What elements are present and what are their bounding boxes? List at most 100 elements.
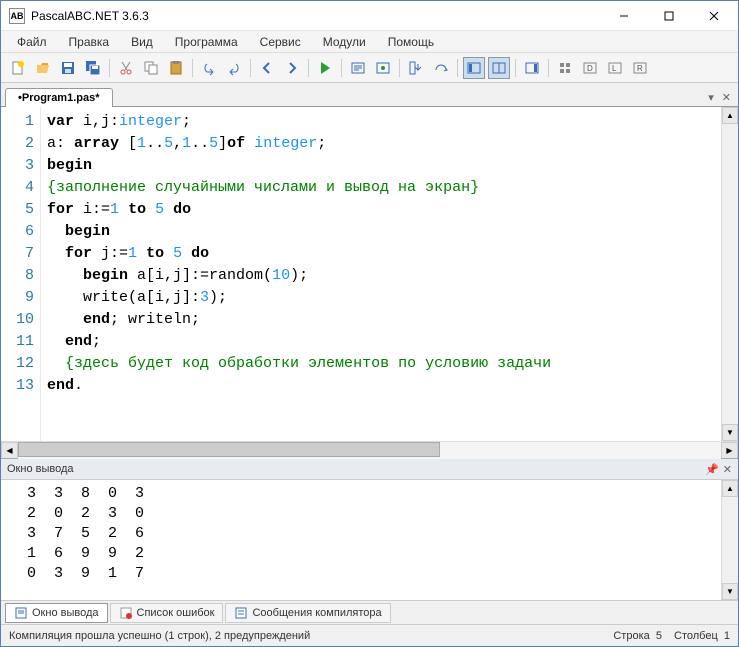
line-number: 9 [1,287,34,309]
tab-dropdown-icon[interactable]: ▾ [705,91,717,104]
toolbar-separator [341,59,342,77]
code-area[interactable]: var i,j:integer;a: array [1..5,1..5]of i… [41,107,721,441]
bottom-tab-compiler[interactable]: Сообщения компилятора [225,603,390,623]
line-number: 8 [1,265,34,287]
step-into-icon[interactable] [405,57,427,79]
scroll-up-icon[interactable]: ▲ [722,480,738,497]
code-line[interactable]: end. [47,375,721,397]
scroll-down-icon[interactable]: ▼ [722,424,738,441]
bottom-tab-output-label: Окно вывода [32,607,99,619]
code-line[interactable]: end; [47,331,721,353]
svg-text:L: L [612,64,617,73]
code-line[interactable]: for i:=1 to 5 do [47,199,721,221]
scroll-track[interactable] [722,497,738,583]
code-editor[interactable]: 12345678910111213 var i,j:integer;a: arr… [1,107,738,441]
toggle-3-icon[interactable] [521,57,543,79]
editor-hscrollbar[interactable]: ◀ ▶ [1,441,738,458]
nav-back-icon[interactable] [256,57,278,79]
menu-edit[interactable]: Правка [59,33,120,51]
line-number: 1 [1,111,34,133]
scroll-up-icon[interactable]: ▲ [722,107,738,124]
scroll-left-icon[interactable]: ◀ [1,442,18,459]
code-line[interactable]: begin [47,155,721,177]
output-text[interactable]: 3 3 8 0 3 2 0 2 3 0 3 7 5 2 6 1 6 9 9 2 … [1,480,721,600]
cut-icon[interactable] [115,57,137,79]
code-line[interactable]: {здесь будет код обработки элементов по … [47,353,721,375]
build-icon[interactable] [372,57,394,79]
save-all-icon[interactable] [82,57,104,79]
line-number: 6 [1,221,34,243]
line-number: 5 [1,199,34,221]
errors-tab-icon [119,606,133,620]
code-line[interactable]: a: array [1..5,1..5]of integer; [47,133,721,155]
status-bar: Компиляция прошла успешно (1 строк), 2 п… [1,624,738,646]
close-button[interactable] [691,2,736,30]
pin-icon[interactable]: 📌 [705,463,719,476]
toolbar-separator [457,59,458,77]
compile-icon[interactable] [347,57,369,79]
toggle-1-icon[interactable] [463,57,485,79]
file-tab[interactable]: •Program1.pas* [5,88,113,107]
undo-icon[interactable] [198,57,220,79]
editor-vscrollbar[interactable]: ▲ ▼ [721,107,738,441]
code-line[interactable]: for j:=1 to 5 do [47,243,721,265]
output-vscrollbar[interactable]: ▲ ▼ [721,480,738,600]
window-l-icon[interactable]: L [604,57,626,79]
options-icon[interactable] [554,57,576,79]
line-number: 7 [1,243,34,265]
scroll-down-icon[interactable]: ▼ [722,583,738,600]
copy-icon[interactable] [140,57,162,79]
bottom-tab-errors[interactable]: Список ошибок [110,603,224,623]
tab-close-icon[interactable]: ✕ [719,91,734,104]
redo-icon[interactable] [223,57,245,79]
step-over-icon[interactable] [430,57,452,79]
code-line[interactable]: var i,j:integer; [47,111,721,133]
code-line[interactable]: begin a[i,j]:=random(10); [47,265,721,287]
menu-file[interactable]: Файл [7,33,57,51]
save-icon[interactable] [57,57,79,79]
open-file-icon[interactable] [32,57,54,79]
minimize-button[interactable] [601,2,646,30]
scroll-track[interactable] [18,442,721,459]
toolbar-separator [109,59,110,77]
code-line[interactable]: begin [47,221,721,243]
line-number: 12 [1,353,34,375]
output-panel-header: Окно вывода 📌 ✕ [1,458,738,480]
code-line[interactable]: write(a[i,j]:3); [47,287,721,309]
menu-modules[interactable]: Модули [313,33,376,51]
code-line[interactable]: end; writeln; [47,309,721,331]
window-r-icon[interactable]: R [629,57,651,79]
toolbar-separator [399,59,400,77]
output-tab-icon [14,606,28,620]
panel-close-icon[interactable]: ✕ [723,463,732,476]
scroll-right-icon[interactable]: ▶ [721,442,738,459]
scroll-track[interactable] [722,124,738,424]
svg-text:R: R [637,64,643,73]
bottom-tab-errors-label: Список ошибок [137,607,215,619]
line-number: 4 [1,177,34,199]
new-file-icon[interactable] [7,57,29,79]
menu-program[interactable]: Программа [165,33,248,51]
window-d-icon[interactable]: D [579,57,601,79]
toolbar-separator [192,59,193,77]
run-icon[interactable] [314,57,336,79]
menu-view[interactable]: Вид [121,33,163,51]
menu-service[interactable]: Сервис [250,33,311,51]
line-number: 11 [1,331,34,353]
scroll-thumb[interactable] [18,442,440,457]
toolbar-separator [515,59,516,77]
svg-text:D: D [587,64,593,73]
compiler-tab-icon [234,606,248,620]
toggle-2-icon[interactable] [488,57,510,79]
nav-forward-icon[interactable] [281,57,303,79]
maximize-button[interactable] [646,2,691,30]
toolbar-separator [250,59,251,77]
paste-icon[interactable] [165,57,187,79]
bottom-tab-output[interactable]: Окно вывода [5,603,108,623]
output-panel-title: Окно вывода [7,463,701,475]
status-line: Строка 5 [613,630,662,642]
line-number: 2 [1,133,34,155]
bottom-tab-bar: Окно вывода Список ошибок Сообщения комп… [1,600,738,624]
code-line[interactable]: {заполнение случайными числами и вывод н… [47,177,721,199]
menu-help[interactable]: Помощь [378,33,444,51]
